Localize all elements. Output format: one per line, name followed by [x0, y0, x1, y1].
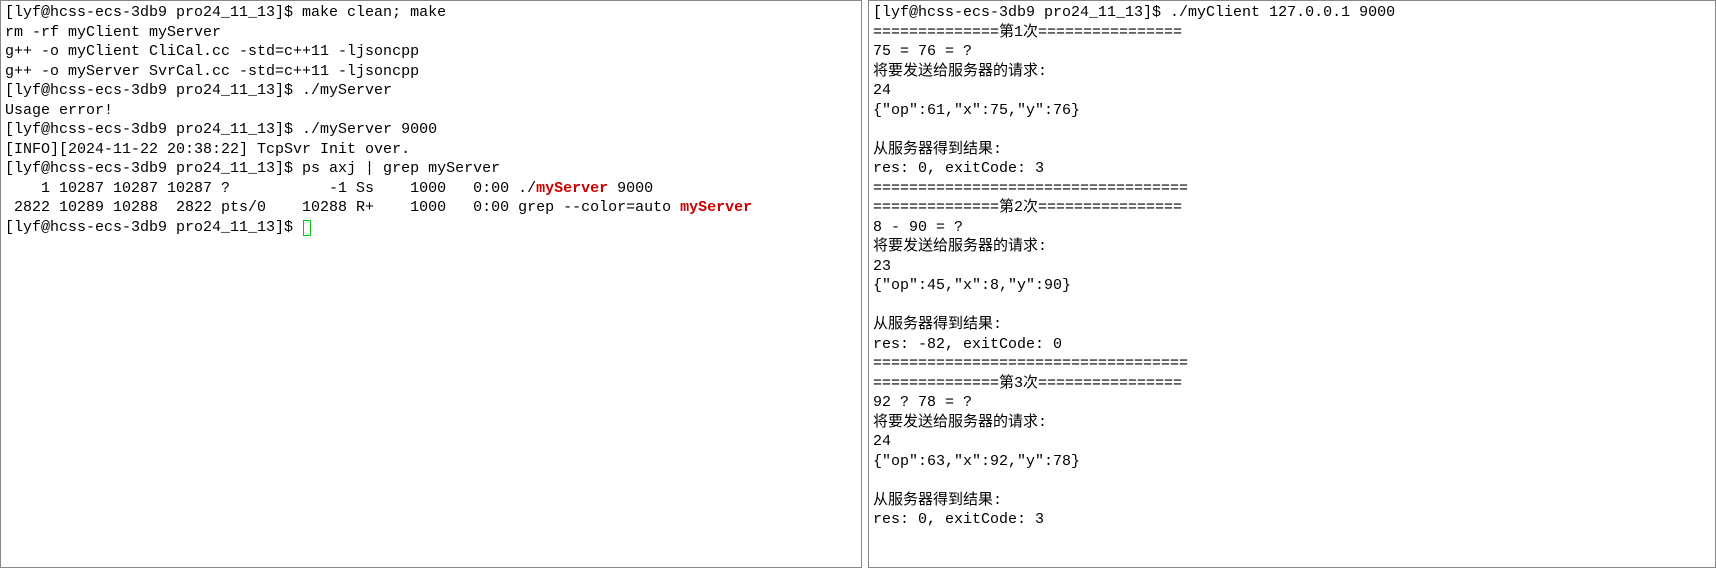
terminal-text: [INFO][2024-11-22 20:38:22] TcpSvr Init …: [5, 141, 410, 158]
right-line: [873, 120, 1711, 140]
terminal-text: [873, 297, 882, 314]
terminal-text: 将要发送给服务器的请求:: [873, 238, 1047, 255]
terminal-text: [873, 121, 882, 138]
left-line: g++ -o myClient CliCal.cc -std=c++11 -lj…: [5, 42, 857, 62]
left-line: rm -rf myClient myServer: [5, 23, 857, 43]
terminal-text: [lyf@hcss-ecs-3db9 pro24_11_13]$ ./myCli…: [873, 4, 1395, 21]
right-line: [lyf@hcss-ecs-3db9 pro24_11_13]$ ./myCli…: [873, 3, 1711, 23]
right-line: {"op":63,"x":92,"y":78}: [873, 452, 1711, 472]
terminal-text: 92 ? 78 = ?: [873, 394, 972, 411]
terminal-text: g++ -o myClient CliCal.cc -std=c++11 -lj…: [5, 43, 419, 60]
terminal-left[interactable]: [lyf@hcss-ecs-3db9 pro24_11_13]$ make cl…: [0, 0, 862, 568]
left-line: Usage error!: [5, 101, 857, 121]
terminal-text: Usage error!: [5, 102, 113, 119]
terminal-text: ===================================: [873, 355, 1188, 372]
terminal-text: rm -rf myClient myServer: [5, 24, 221, 41]
right-line: 从服务器得到结果:: [873, 315, 1711, 335]
right-line: 75 = 76 = ?: [873, 42, 1711, 62]
right-line: 8 - 90 = ?: [873, 218, 1711, 238]
right-line: 将要发送给服务器的请求:: [873, 237, 1711, 257]
right-line: 23: [873, 257, 1711, 277]
right-line: ==============第1次================: [873, 23, 1711, 43]
right-line: 从服务器得到结果:: [873, 140, 1711, 160]
terminal-text: 2822 10289 10288 2822 pts/0 10288 R+ 100…: [5, 199, 680, 216]
right-line: 将要发送给服务器的请求:: [873, 413, 1711, 433]
left-line: [lyf@hcss-ecs-3db9 pro24_11_13]$ ./mySer…: [5, 81, 857, 101]
right-line: 从服务器得到结果:: [873, 491, 1711, 511]
terminal-text: [lyf@hcss-ecs-3db9 pro24_11_13]$ ./mySer…: [5, 82, 392, 99]
left-line: 1 10287 10287 10287 ? -1 Ss 1000 0:00 ./…: [5, 179, 857, 199]
terminal-text: {"op":63,"x":92,"y":78}: [873, 453, 1080, 470]
left-line: [lyf@hcss-ecs-3db9 pro24_11_13]$ ./mySer…: [5, 120, 857, 140]
left-line: [INFO][2024-11-22 20:38:22] TcpSvr Init …: [5, 140, 857, 160]
terminal-cursor: [303, 220, 311, 236]
terminal-text: ==============第1次================: [873, 24, 1182, 41]
right-line: 24: [873, 81, 1711, 101]
terminal-text: res: 0, exitCode: 3: [873, 160, 1044, 177]
terminal-text: 1 10287 10287 10287 ? -1 Ss 1000 0:00 ./: [5, 180, 536, 197]
terminal-text: {"op":61,"x":75,"y":76}: [873, 102, 1080, 119]
terminal-text: ==============第2次================: [873, 199, 1182, 216]
terminal-text: [lyf@hcss-ecs-3db9 pro24_11_13]$ make cl…: [5, 4, 446, 21]
right-line: ===================================: [873, 354, 1711, 374]
terminal-text: 从服务器得到结果:: [873, 492, 1002, 509]
right-line: {"op":45,"x":8,"y":90}: [873, 276, 1711, 296]
terminal-text: [lyf@hcss-ecs-3db9 pro24_11_13]$ ./mySer…: [5, 121, 437, 138]
right-line: res: -82, exitCode: 0: [873, 335, 1711, 355]
left-line: g++ -o myServer SvrCal.cc -std=c++11 -lj…: [5, 62, 857, 82]
highlight-match: myServer: [536, 180, 608, 197]
terminal-text: g++ -o myServer SvrCal.cc -std=c++11 -lj…: [5, 63, 419, 80]
right-line: [873, 471, 1711, 491]
terminal-text: 从服务器得到结果:: [873, 316, 1002, 333]
terminal-text: 8 - 90 = ?: [873, 219, 963, 236]
right-line: res: 0, exitCode: 3: [873, 159, 1711, 179]
right-line: res: 0, exitCode: 3: [873, 510, 1711, 530]
terminal-text: {"op":45,"x":8,"y":90}: [873, 277, 1071, 294]
terminal-text: [873, 472, 882, 489]
right-line: ==============第3次================: [873, 374, 1711, 394]
terminal-text: 9000: [608, 180, 653, 197]
terminal-text: ==============第3次================: [873, 375, 1182, 392]
terminal-right[interactable]: [lyf@hcss-ecs-3db9 pro24_11_13]$ ./myCli…: [868, 0, 1716, 568]
right-line: 92 ? 78 = ?: [873, 393, 1711, 413]
terminal-text: 75 = 76 = ?: [873, 43, 972, 60]
left-line: [lyf@hcss-ecs-3db9 pro24_11_13]$ make cl…: [5, 3, 857, 23]
terminal-text: ===================================: [873, 180, 1188, 197]
terminal-text: 将要发送给服务器的请求:: [873, 414, 1047, 431]
left-line: [lyf@hcss-ecs-3db9 pro24_11_13]$ ps axj …: [5, 159, 857, 179]
right-line: ===================================: [873, 179, 1711, 199]
terminal-text: res: -82, exitCode: 0: [873, 336, 1062, 353]
terminal-text: 从服务器得到结果:: [873, 141, 1002, 158]
terminal-text: [lyf@hcss-ecs-3db9 pro24_11_13]$ ps axj …: [5, 160, 500, 177]
terminal-text: 24: [873, 433, 891, 450]
right-line: 将要发送给服务器的请求:: [873, 62, 1711, 82]
terminal-text: res: 0, exitCode: 3: [873, 511, 1044, 528]
left-line: 2822 10289 10288 2822 pts/0 10288 R+ 100…: [5, 198, 857, 218]
right-line: {"op":61,"x":75,"y":76}: [873, 101, 1711, 121]
terminal-text: 23: [873, 258, 891, 275]
right-line: ==============第2次================: [873, 198, 1711, 218]
highlight-match: myServer: [680, 199, 752, 216]
left-line: [lyf@hcss-ecs-3db9 pro24_11_13]$: [5, 218, 857, 238]
terminal-text: 24: [873, 82, 891, 99]
right-line: 24: [873, 432, 1711, 452]
terminal-text: 将要发送给服务器的请求:: [873, 63, 1047, 80]
terminal-text: [lyf@hcss-ecs-3db9 pro24_11_13]$: [5, 219, 302, 236]
right-line: [873, 296, 1711, 316]
